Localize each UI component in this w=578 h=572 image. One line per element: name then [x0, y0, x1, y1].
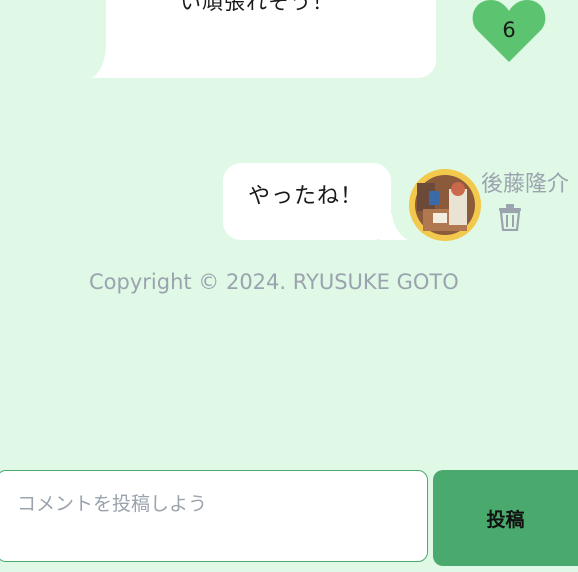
bubble-tail	[92, 48, 122, 78]
like-button[interactable]: 6	[472, 0, 546, 64]
message-text: やったね！	[248, 184, 364, 209]
comment-input[interactable]	[0, 470, 428, 562]
avatar	[409, 169, 481, 241]
trash-icon[interactable]	[497, 203, 523, 231]
like-count: 6	[502, 18, 516, 42]
copyright-text: Copyright © 2024. RYUSUKE GOTO	[89, 270, 459, 294]
bubble-tail	[380, 214, 408, 240]
post-button[interactable]: 投稿	[433, 470, 578, 566]
message-text: い頑張れそう！	[180, 0, 334, 14]
author-name: 後藤隆介	[481, 172, 570, 197]
message-bubble: い頑張れそう！	[106, 0, 436, 78]
message-bubble: やったね！	[223, 163, 391, 240]
